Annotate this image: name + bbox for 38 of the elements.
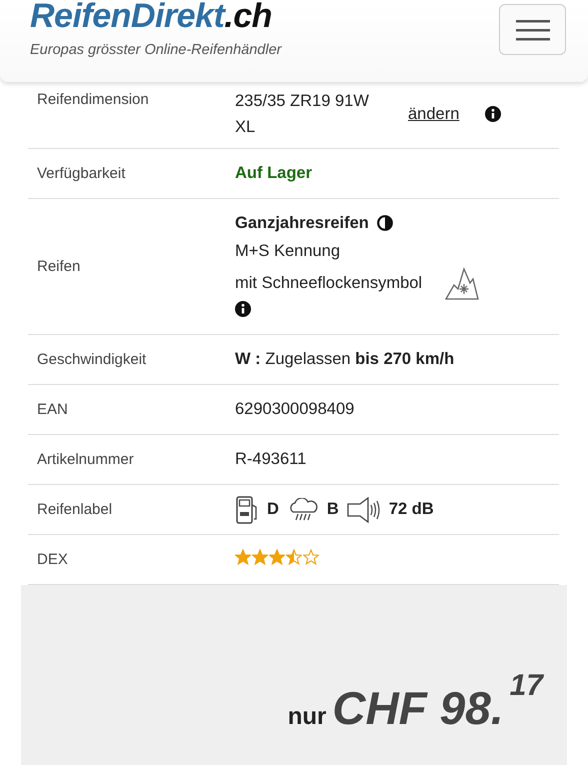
change-link[interactable]: ändern [408, 101, 460, 127]
speaker-icon [346, 496, 381, 522]
fuel-pump-icon [235, 494, 259, 524]
row-label: EAN [36, 401, 69, 418]
row-label: Artikelnummer [36, 451, 135, 468]
site-logo[interactable]: ReifenDirekt.ch [30, 0, 282, 36]
price-cents: 17 [510, 669, 543, 703]
price-amount: CHF 98. [332, 681, 504, 735]
row-value: 6290300098409 [235, 400, 354, 418]
row-label: Reifenlabel [36, 501, 114, 518]
info-icon[interactable] [235, 301, 251, 317]
noise-level: 72 dB [388, 500, 434, 519]
star-icon [252, 549, 268, 565]
star-icon [286, 549, 302, 565]
price-prefix: nur [288, 703, 326, 731]
star-icon [235, 549, 251, 565]
half-circle-icon [376, 215, 393, 231]
star-icon [269, 549, 285, 565]
row-label: DEX [36, 551, 69, 568]
menu-icon [516, 18, 550, 40]
tire-dimension: 235/35 ZR19 91W XL [235, 91, 370, 138]
star-icon [303, 549, 319, 565]
row-value: R-493611 [235, 450, 306, 468]
snowflake-mountain-icon [444, 265, 480, 301]
availability-status: Auf Lager [235, 164, 312, 182]
season-type: Ganzjahresreifen [235, 213, 369, 234]
row-label: Reifen [36, 258, 82, 275]
row-label: Geschwindigkeit [36, 351, 148, 368]
fuel-class: D [267, 500, 279, 519]
row-label: Reifendimension [36, 90, 150, 108]
wet-grip-class: B [326, 500, 339, 519]
info-icon[interactable] [485, 106, 502, 122]
speed-rating: W : Zugelassen bis 270 km/h [235, 350, 454, 368]
feature-text: mit Schneeflockensymbol [235, 273, 422, 294]
tagline: Europas grösster Online-Reifenhändler [30, 42, 282, 58]
row-label: Verfügbarkeit [36, 165, 126, 182]
feature-text: M+S Kennung [235, 241, 340, 262]
menu-button[interactable] [499, 4, 566, 55]
